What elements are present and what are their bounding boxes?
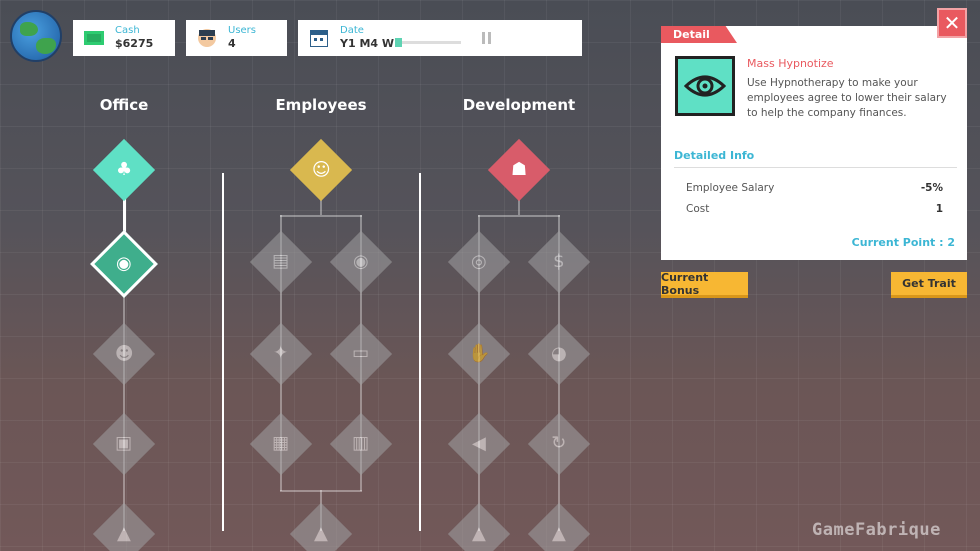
column-title-employees: Employees [275,96,367,114]
trophy-icon: ▲ [314,523,328,544]
column-title-development: Development [462,96,576,114]
detail-row-label: Cost [686,203,710,215]
trait-node-employees-card[interactable]: ▤ [249,230,313,294]
pause-button[interactable] [482,32,492,44]
detail-row-value: 1 [935,203,943,215]
eye-icon: ◉ [353,251,369,272]
trait-eye-icon [675,56,735,116]
trait-node-mass-hypnotize[interactable]: ◉ [90,230,158,298]
target-icon: ◎ [471,251,487,272]
detail-tab: Detail [661,26,737,43]
box-icon: ▲ [552,523,566,544]
id-card-icon: ▥ [352,432,370,454]
detail-row-cost: Cost 1 [686,203,943,215]
money-bag-icon: $ [553,250,565,272]
tree-connector [478,215,560,217]
date-progress [395,41,461,44]
detail-row-salary: Employee Salary -5% [686,182,943,194]
trait-node-development-root[interactable]: ☗ [487,138,551,202]
gift-hand-icon: ✦ [273,343,289,364]
calendar-icon [308,27,330,49]
current-point: Current Point : 2 [851,236,955,249]
trait-node-office-5[interactable]: ▲ [92,502,156,551]
hand-stop-icon: ✋ [467,342,491,364]
tree-connector [280,215,362,217]
trait-node-employees-root[interactable]: ☺ [289,138,353,202]
get-trait-button[interactable]: Get Trait [891,272,967,298]
card-hand-icon: ▤ [272,250,290,272]
date-value: Y1 M4 W [340,37,395,50]
trait-node-development-5[interactable]: ◀ [447,412,511,476]
trait-node-office-root[interactable]: ♣ [92,138,156,202]
column-title-office: Office [99,96,149,114]
calendar-icon: ▦ [272,432,290,454]
date-progress-marker [395,38,402,47]
current-bonus-button[interactable]: Current Bonus [661,271,748,298]
column-divider [419,173,421,531]
cash-stat: Cash $6275 [73,20,175,56]
spy-icon: ☗ [510,158,528,180]
user-face-icon [196,27,218,49]
detail-row-label: Employee Salary [686,182,775,194]
handshake-icon: ☺ [311,158,331,180]
cash-value: $6275 [115,37,154,50]
watermark: GameFabrique [812,520,941,540]
ads-icon: ▣ [115,432,133,454]
detail-panel: Mass Hypnotize Use Hypnotherapy to make … [661,26,967,260]
megaphone-icon: ◀ [472,433,486,454]
tree-icon: ▲ [472,523,486,544]
trait-node-development-4[interactable]: ◕ [527,322,591,386]
trait-node-employees-gift[interactable]: ✦ [249,322,313,386]
trait-node-office-ads[interactable]: ▣ [92,412,156,476]
cash-label: Cash [115,25,140,36]
pacman-icon: ◕ [551,343,567,364]
trait-node-development-7[interactable]: ▲ [447,502,511,551]
divider [674,167,957,168]
trait-node-development-8[interactable]: ▲ [527,502,591,551]
leaf-icon: ♣ [115,158,133,180]
close-button[interactable]: ✕ [937,8,967,38]
eye-icon: ◉ [116,253,132,274]
trait-name: Mass Hypnotize [747,57,834,70]
trait-node-employees-id[interactable]: ▥ [329,412,393,476]
trait-node-development-2[interactable]: $ [527,230,591,294]
users-value: 4 [228,37,236,50]
trait-description: Use Hypnotherapy to make your employees … [747,77,947,119]
users-stat: Users 4 [186,20,287,56]
date-stat: Date Y1 M4 W [298,20,582,56]
ticket-icon: ▭ [352,342,370,364]
users-label: Users [228,25,257,36]
trait-node-development-3[interactable]: ✋ [447,322,511,386]
trait-node-employees-calendar[interactable]: ▦ [249,412,313,476]
globe-icon[interactable] [10,10,62,62]
detail-row-value: -5% [920,182,943,194]
hand-icon: ▲ [117,523,131,544]
recycle-icon: ↻ [551,433,567,454]
trait-node-employees-ticket[interactable]: ▭ [329,322,393,386]
person-icon: ☻ [114,342,134,364]
column-divider [222,173,224,531]
trait-node-employees-bottom[interactable]: ▲ [289,502,353,551]
date-label: Date [340,25,364,36]
trait-node-development-6[interactable]: ↻ [527,412,591,476]
trait-node-employees-eye[interactable]: ◉ [329,230,393,294]
trait-node-development-1[interactable]: ◎ [447,230,511,294]
trait-node-office-3[interactable]: ☻ [92,322,156,386]
detailed-info-title: Detailed Info [674,149,755,162]
cash-icon [83,27,105,49]
